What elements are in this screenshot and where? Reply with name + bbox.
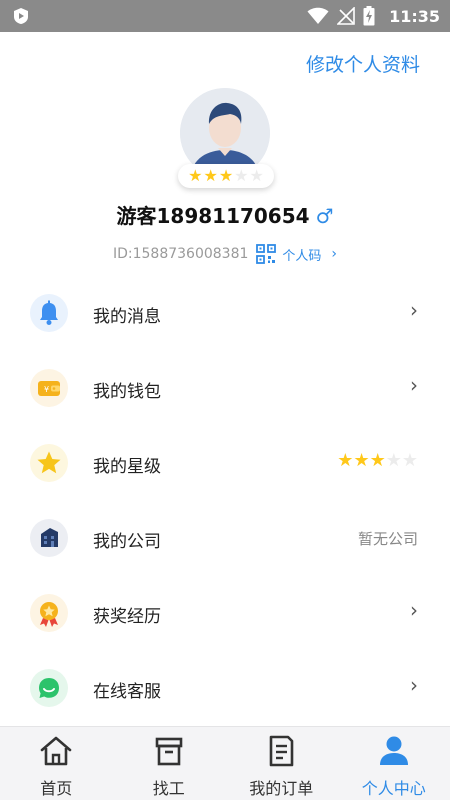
chevron-right-icon: › xyxy=(410,598,418,622)
star-filled-icon: ★ xyxy=(353,450,370,471)
tab-label: 我的订单 xyxy=(249,779,314,798)
star-empty-icon: ★ xyxy=(249,166,264,185)
menu-item-awards[interactable]: 获奖经历 › xyxy=(0,576,450,651)
star-filled-icon: ★ xyxy=(218,166,234,185)
tab-label: 找工 xyxy=(152,779,185,798)
wallet-icon: ¥ xyxy=(30,369,68,407)
home-icon xyxy=(40,736,72,766)
tab-home[interactable]: 首页 xyxy=(0,727,113,800)
signal-off-icon xyxy=(337,7,355,25)
bottom-tab-bar: 首页 找工 我的订单 个人中心 xyxy=(0,726,450,800)
menu-label: 我的钱包 xyxy=(93,382,161,402)
menu-label: 我的星级 xyxy=(93,457,161,477)
tab-my-orders[interactable]: 我的订单 xyxy=(225,727,338,800)
menu-label: 获奖经历 xyxy=(93,607,161,627)
avatar-star-rating: ★ ★ ★ ★ ★ xyxy=(178,164,274,188)
personal-code-link[interactable]: 个人码 xyxy=(282,245,321,264)
menu-item-star-level[interactable]: 我的星级 ★ ★ ★ ★ ★ xyxy=(0,426,450,501)
menu-label: 我的公司 xyxy=(93,532,161,552)
star-filled-icon: ★ xyxy=(188,166,203,185)
svg-text:¥: ¥ xyxy=(44,385,49,394)
tab-label: 个人中心 xyxy=(361,779,426,798)
user-id-row: ID:1588736008381 个人码 › xyxy=(0,244,450,264)
username: 游客18981170654 ♂ xyxy=(0,200,450,229)
company-value: 暂无公司 xyxy=(357,530,418,548)
qr-code-icon[interactable] xyxy=(256,244,277,264)
medal-icon xyxy=(30,594,68,632)
box-icon xyxy=(155,737,183,766)
clock: 11:35 xyxy=(389,6,440,26)
star-filled-icon: ★ xyxy=(203,166,218,185)
bell-icon xyxy=(30,294,68,332)
chevron-right-icon: › xyxy=(410,673,418,697)
star-empty-icon: ★ xyxy=(401,450,418,471)
document-icon xyxy=(269,735,294,767)
star-rating: ★ ★ ★ ★ ★ xyxy=(337,452,418,470)
play-shield-icon xyxy=(14,8,28,24)
chevron-right-icon: › xyxy=(410,373,418,397)
menu-item-wallet[interactable]: ¥ 我的钱包 › xyxy=(0,351,450,426)
male-gender-icon: ♂ xyxy=(315,204,334,228)
wifi-icon xyxy=(307,7,329,24)
status-bar: 11:35 xyxy=(0,0,450,32)
star-empty-icon: ★ xyxy=(385,450,402,471)
menu-label: 在线客服 xyxy=(93,682,161,702)
menu-item-messages[interactable]: 我的消息 › xyxy=(0,276,450,351)
star-empty-icon: ★ xyxy=(234,166,249,185)
star-filled-icon: ★ xyxy=(369,450,386,471)
tab-find-work[interactable]: 找工 xyxy=(113,727,226,800)
menu-label: 我的消息 xyxy=(93,307,161,327)
tab-personal-center[interactable]: 个人中心 xyxy=(338,727,450,800)
menu-item-online-support[interactable]: 在线客服 › xyxy=(0,651,450,726)
chat-icon xyxy=(30,669,68,707)
star-icon xyxy=(30,444,68,482)
menu-item-company[interactable]: 我的公司 暂无公司 xyxy=(0,501,450,576)
chevron-right-icon: › xyxy=(410,298,418,322)
edit-profile-link[interactable]: 修改个人资料 xyxy=(306,50,420,77)
star-filled-icon: ★ xyxy=(337,450,354,471)
tab-label: 首页 xyxy=(40,779,73,798)
user-id: ID:1588736008381 xyxy=(112,246,249,262)
person-icon xyxy=(379,736,408,765)
battery-charging-icon xyxy=(363,6,375,26)
chevron-right-icon[interactable]: › xyxy=(331,246,337,262)
building-icon xyxy=(30,519,68,557)
profile-menu: 我的消息 › ¥ 我的钱包 › 我的星级 ★ ★ ★ ★ ★ 我的公司 暂无公司… xyxy=(0,276,450,726)
username-text: 游客18981170654 xyxy=(116,204,310,228)
